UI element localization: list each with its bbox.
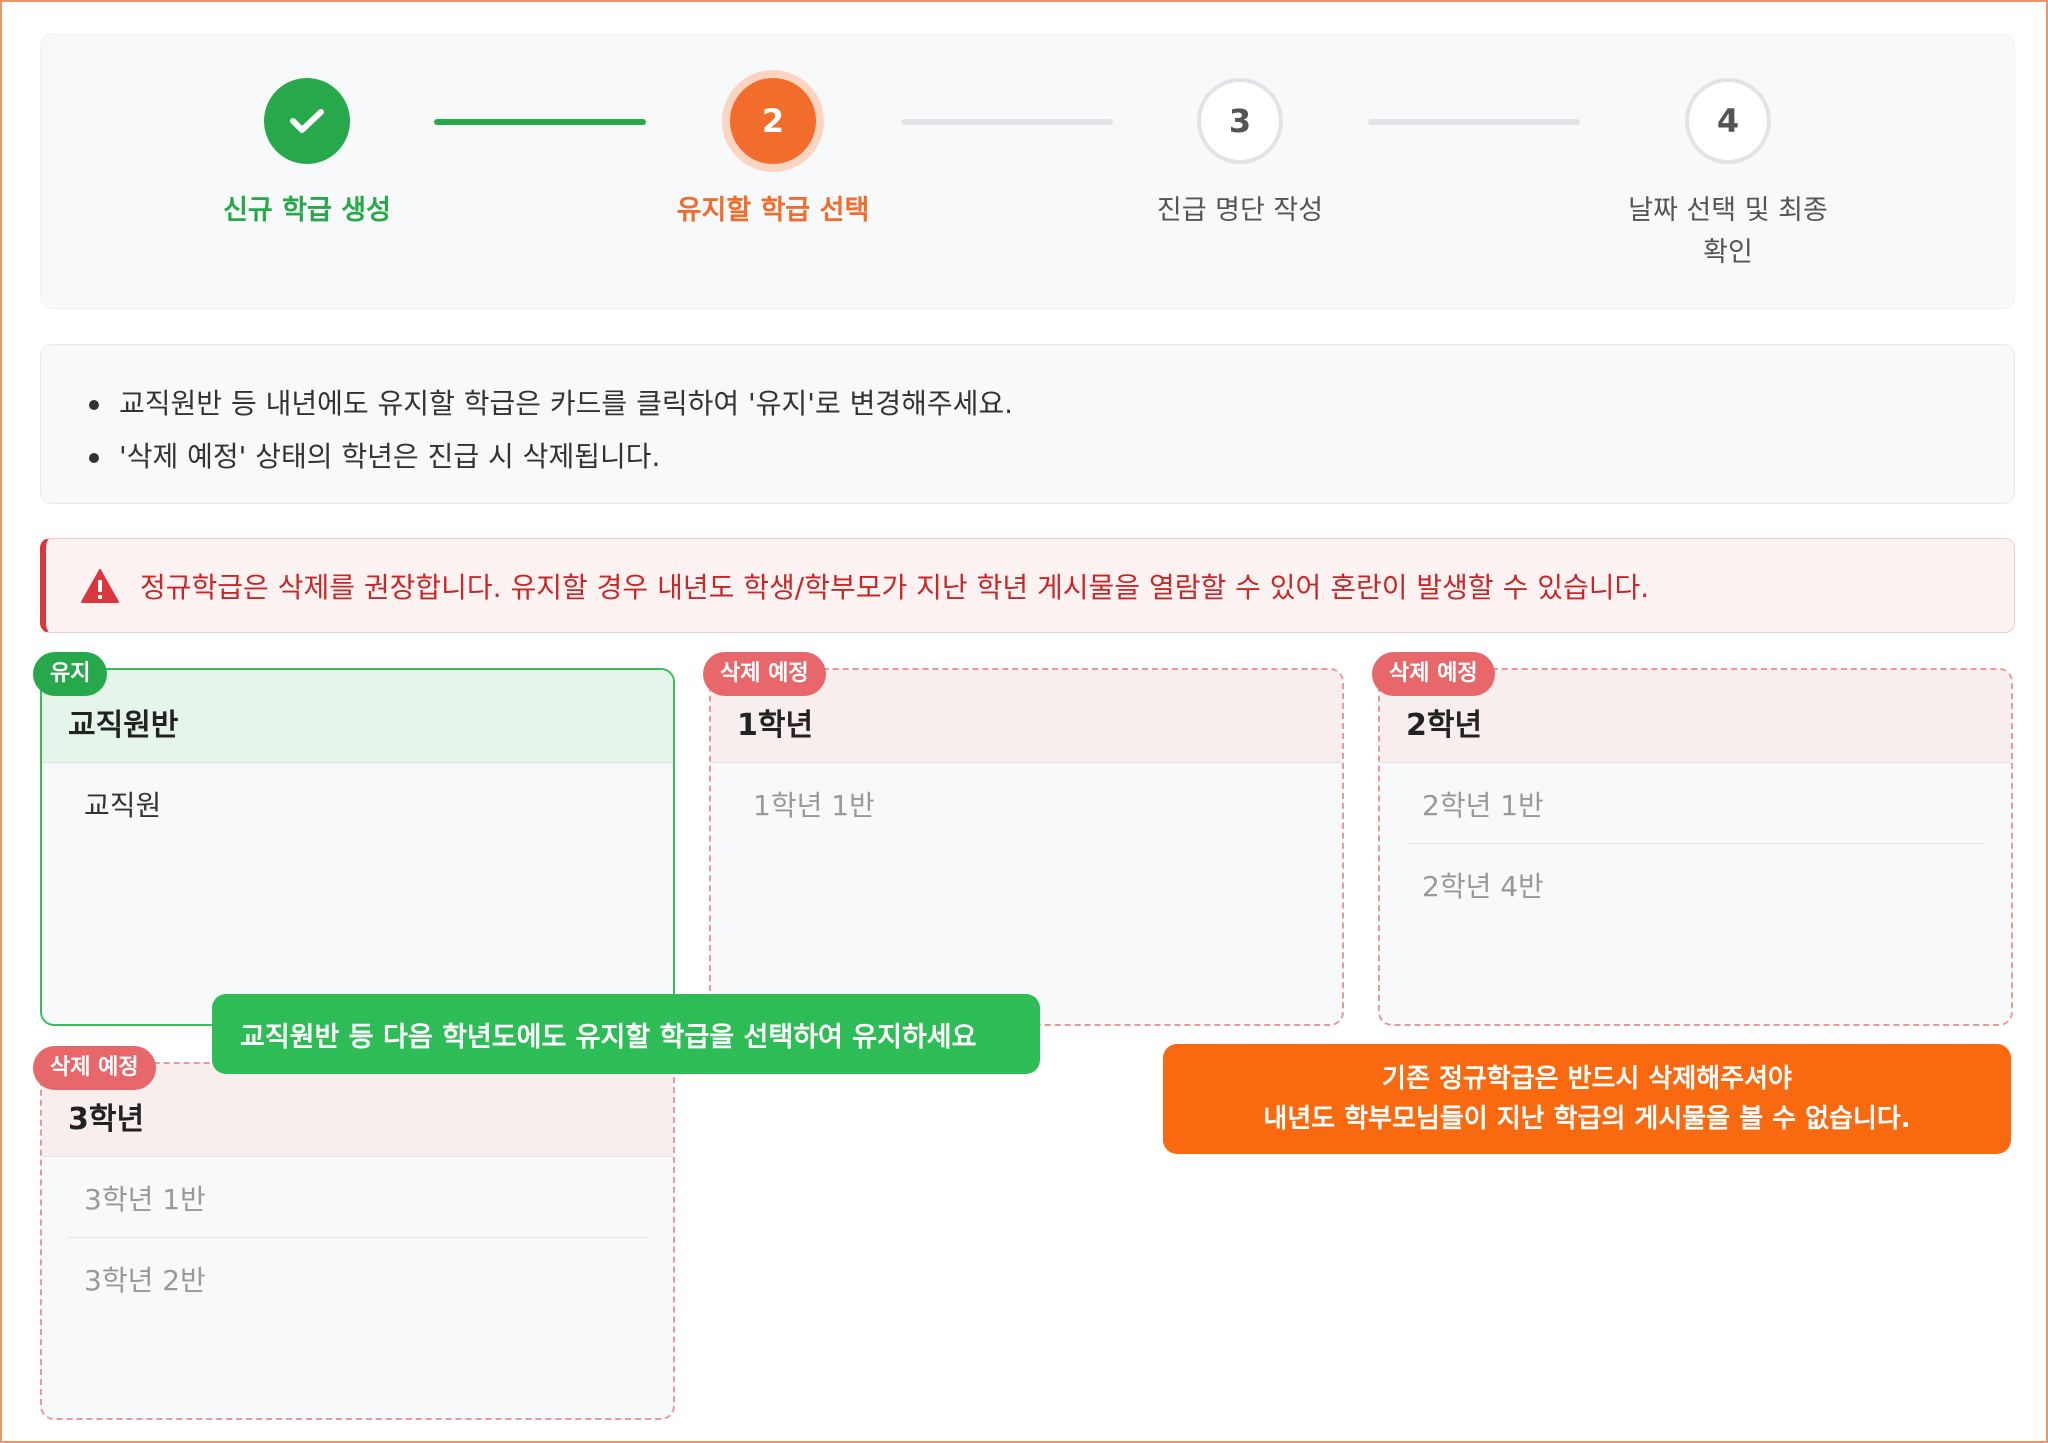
step-connector-1 bbox=[434, 119, 646, 125]
delete-hint-line2: 내년도 학부모님들이 지난 학급의 게시물을 볼 수 없습니다. bbox=[1263, 1104, 1911, 1134]
card-item: 2학년 1반 bbox=[1406, 763, 1985, 844]
card-item: 3학년 1반 bbox=[68, 1157, 647, 1238]
status-badge-keep: 유지 bbox=[33, 652, 108, 696]
check-icon bbox=[290, 109, 324, 133]
card-title: 교직원반 bbox=[42, 670, 673, 763]
step-connector-2 bbox=[901, 119, 1113, 125]
class-card-grade-2[interactable]: 2학년 2학년 1반 2학년 4반 bbox=[1378, 668, 2013, 1026]
info-item: '삭제 예정' 상태의 학년은 진급 시 삭제됩니다. bbox=[89, 430, 2014, 483]
progress-stepper: 신규 학급 생성 2 유지할 학급 선택 3 진급 명단 작성 4 날짜 선택 … bbox=[40, 34, 2015, 309]
step-1-circle bbox=[264, 78, 350, 164]
class-card-staff[interactable]: 교직원반 교직원 bbox=[40, 668, 675, 1026]
keep-hint-tooltip: 교직원반 등 다음 학년도에도 유지할 학급을 선택하여 유지하세요 bbox=[212, 994, 1040, 1074]
step-connector-3 bbox=[1368, 119, 1580, 125]
class-card-grade-3[interactable]: 3학년 3학년 1반 3학년 2반 bbox=[40, 1062, 675, 1420]
step-4-label: 날짜 선택 및 최종 확인 bbox=[1598, 190, 1858, 274]
info-box: 교직원반 등 내년에도 유지할 학급은 카드를 클릭하여 '유지'로 변경해주세… bbox=[40, 344, 2015, 504]
status-badge-delete: 삭제 예정 bbox=[33, 1046, 156, 1090]
card-item: 2학년 4반 bbox=[1422, 870, 1544, 903]
step-4-label-line2: 확인 bbox=[1703, 237, 1753, 268]
warning-alert: 정규학급은 삭제를 권장합니다. 유지할 경우 내년도 학생/학부모가 지난 학… bbox=[40, 538, 2015, 633]
step-3-circle: 3 bbox=[1197, 78, 1283, 164]
step-2: 2 유지할 학급 선택 bbox=[643, 78, 903, 232]
step-1-label: 신규 학급 생성 bbox=[223, 195, 391, 226]
class-card-grade-1[interactable]: 1학년 1학년 1반 bbox=[709, 668, 1344, 1026]
card-item: 교직원 bbox=[84, 789, 162, 822]
delete-hint-tooltip: 기존 정규학급은 반드시 삭제해주셔야 내년도 학부모님들이 지난 학급의 게시… bbox=[1163, 1044, 2011, 1154]
status-badge-delete: 삭제 예정 bbox=[1372, 652, 1495, 696]
status-badge-delete: 삭제 예정 bbox=[703, 652, 826, 696]
delete-hint-line1: 기존 정규학급은 반드시 삭제해주셔야 bbox=[1382, 1064, 1792, 1094]
warning-icon bbox=[81, 568, 119, 603]
step-4: 4 날짜 선택 및 최종 확인 bbox=[1598, 78, 1858, 274]
step-4-label-line1: 날짜 선택 및 최종 bbox=[1628, 195, 1828, 226]
card-item: 1학년 1반 bbox=[753, 789, 875, 822]
step-3-label: 진급 명단 작성 bbox=[1156, 195, 1324, 226]
step-3: 3 진급 명단 작성 bbox=[1110, 78, 1370, 232]
step-2-circle: 2 bbox=[730, 78, 816, 164]
step-4-circle: 4 bbox=[1685, 78, 1771, 164]
info-item: 교직원반 등 내년에도 유지할 학급은 카드를 클릭하여 '유지'로 변경해주세… bbox=[89, 377, 2014, 430]
card-item: 3학년 2반 bbox=[84, 1264, 206, 1297]
alert-text: 정규학급은 삭제를 권장합니다. 유지할 경우 내년도 학생/학부모가 지난 학… bbox=[140, 570, 1650, 604]
step-1: 신규 학급 생성 bbox=[177, 78, 437, 232]
step-2-label: 유지할 학급 선택 bbox=[676, 195, 870, 226]
